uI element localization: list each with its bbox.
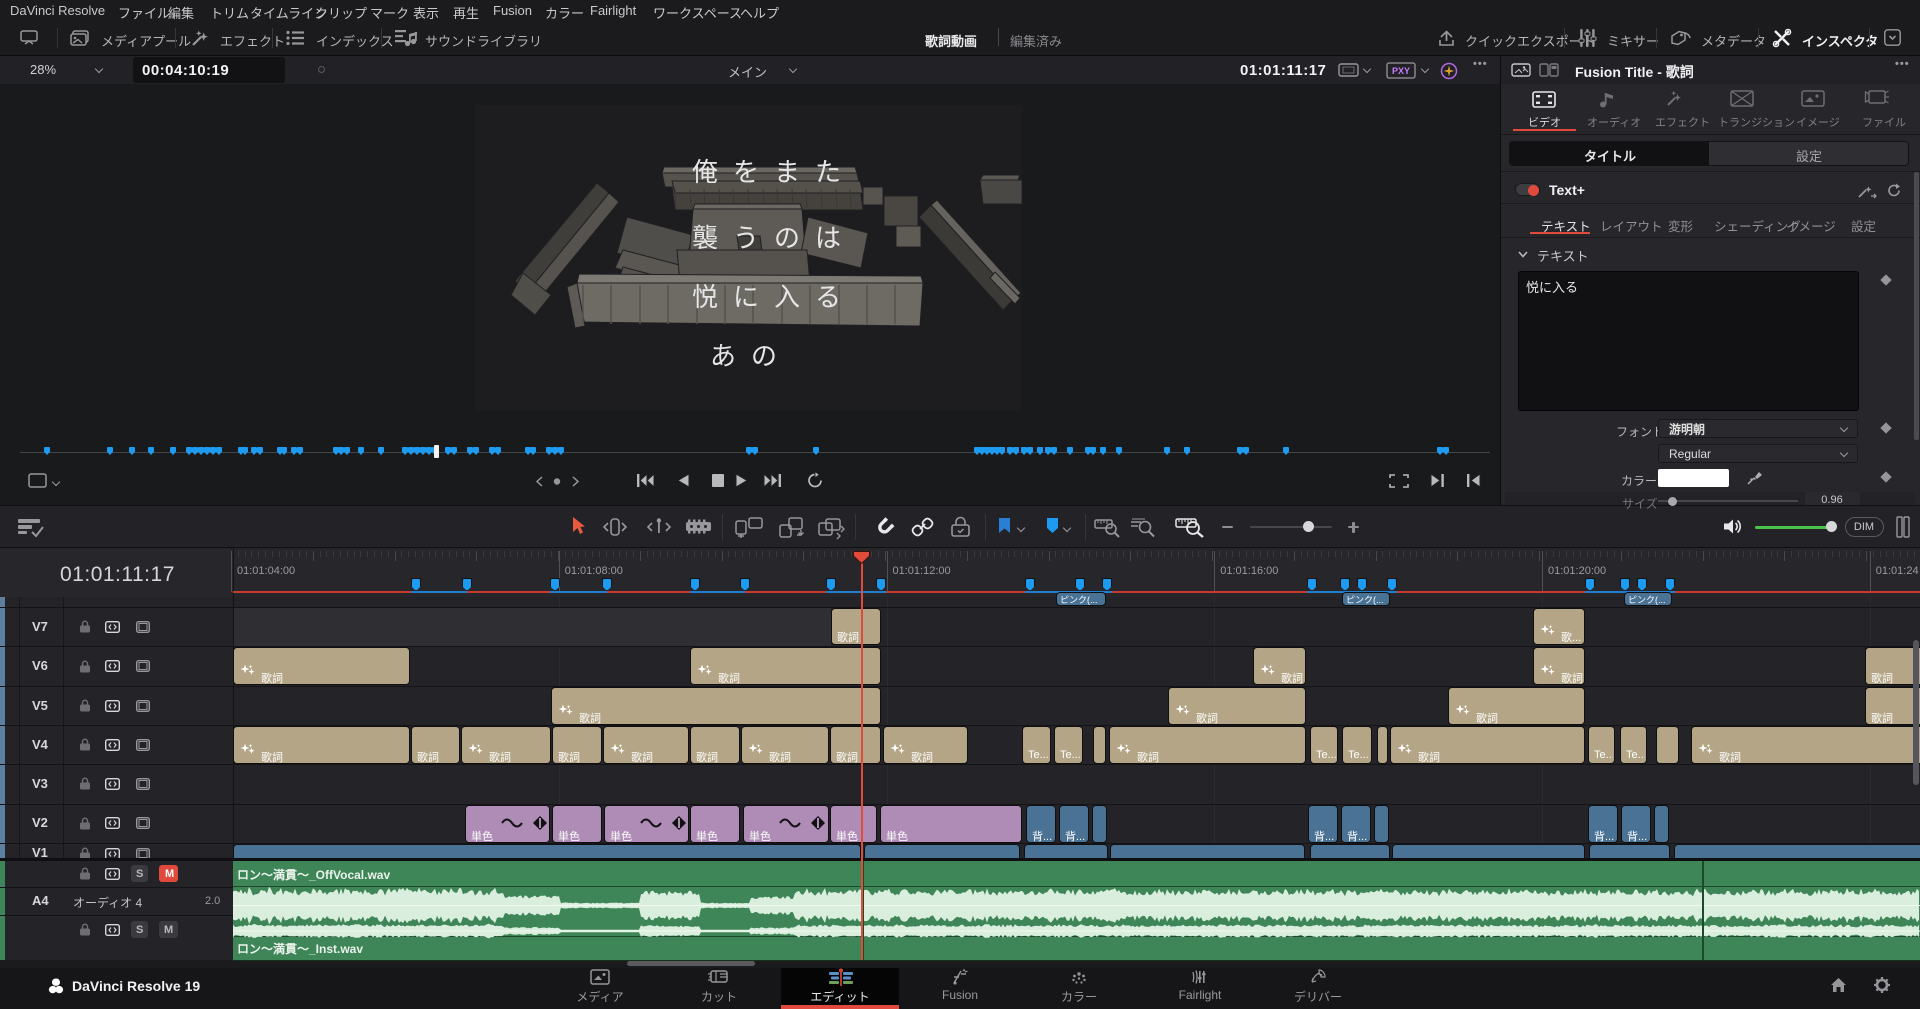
- svg-text:PXY: PXY: [1392, 66, 1410, 76]
